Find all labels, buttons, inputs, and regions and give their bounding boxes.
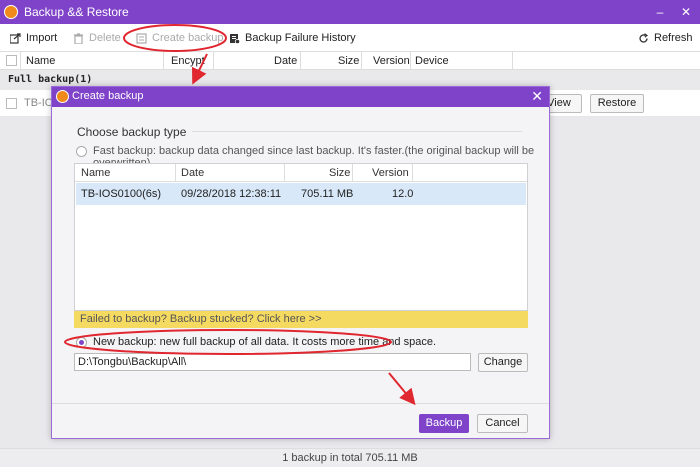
restore-button[interactable]: Restore xyxy=(590,94,644,113)
column-name[interactable]: Name xyxy=(26,55,55,67)
list-column-name[interactable]: Name xyxy=(81,167,110,179)
app-icon xyxy=(4,5,18,19)
list-column-version[interactable]: Version xyxy=(372,167,409,179)
app-icon xyxy=(56,90,69,103)
refresh-label: Refresh xyxy=(654,32,693,44)
column-separator xyxy=(20,52,21,70)
list-column-size[interactable]: Size xyxy=(329,167,350,179)
section-divider xyxy=(192,131,522,132)
create-backup-icon xyxy=(136,32,147,44)
dialog-titlebar: Create backup ✕ xyxy=(52,87,549,107)
window-title: Backup && Restore xyxy=(24,5,129,19)
column-size[interactable]: Size xyxy=(338,55,359,67)
column-separator xyxy=(175,164,176,182)
footer-divider xyxy=(52,403,549,404)
list-item[interactable]: TB-IOS0100(6s) 09/28/2018 12:38:11 705.1… xyxy=(76,183,526,205)
backup-button[interactable]: Backup xyxy=(419,414,469,433)
cancel-button[interactable]: Cancel xyxy=(477,414,528,433)
refresh-icon xyxy=(639,32,649,43)
list-item-size: 705.11 MB xyxy=(301,188,354,200)
backup-help-link[interactable]: Failed to backup? Backup stucked? Click … xyxy=(74,311,528,328)
delete-icon xyxy=(74,32,83,44)
create-backup-dialog: Create backup ✕ Choose backup type Fast … xyxy=(51,86,550,439)
import-label: Import xyxy=(26,32,58,44)
list-item-name: TB-IOS0100(6s) xyxy=(81,188,162,200)
failure-history-icon xyxy=(230,33,240,44)
list-item-version: 12.0 xyxy=(392,188,414,200)
column-encrypt[interactable]: Encypt xyxy=(171,55,205,67)
fast-backup-radio[interactable] xyxy=(76,146,87,157)
failure-history-label: Backup Failure History xyxy=(245,32,356,44)
toolbar: Import Delete Create backup Backup Failu… xyxy=(0,24,700,52)
column-separator xyxy=(361,52,362,70)
app-titlebar: Backup && Restore – ✕ xyxy=(0,0,700,24)
list-item-date: 09/28/2018 12:38:11 xyxy=(181,188,282,200)
close-icon[interactable]: ✕ xyxy=(678,4,694,20)
column-separator xyxy=(412,164,413,182)
select-all-checkbox[interactable] xyxy=(6,55,17,66)
create-backup-button[interactable]: Create backup xyxy=(136,31,224,45)
column-device[interactable]: Device xyxy=(415,55,449,67)
list-header: Name Date Size Version xyxy=(75,164,527,182)
close-icon[interactable]: ✕ xyxy=(531,88,543,105)
backup-table-header: Name Encypt Date Size Version Device xyxy=(0,52,700,70)
list-column-date[interactable]: Date xyxy=(181,167,204,179)
group-label: Full backup(1) xyxy=(8,74,93,85)
dialog-title: Create backup xyxy=(72,90,144,102)
import-icon xyxy=(10,32,21,44)
create-backup-label: Create backup xyxy=(152,32,224,44)
failure-history-button[interactable]: Backup Failure History xyxy=(229,31,356,45)
import-button[interactable]: Import xyxy=(10,31,57,45)
new-backup-label[interactable]: New backup: new full backup of all data.… xyxy=(93,336,436,348)
change-path-button[interactable]: Change xyxy=(478,353,528,372)
column-separator xyxy=(163,52,164,70)
backup-path-input[interactable]: D:\Tongbu\Backup\All\ xyxy=(74,353,471,371)
column-separator xyxy=(512,52,513,70)
column-separator xyxy=(284,164,285,182)
delete-button[interactable]: Delete xyxy=(73,31,121,45)
section-title: Choose backup type xyxy=(77,125,187,139)
column-separator xyxy=(300,52,301,70)
refresh-button[interactable]: Refresh xyxy=(638,31,693,45)
column-date[interactable]: Date xyxy=(274,55,297,67)
new-backup-radio[interactable] xyxy=(76,337,87,348)
status-bar: 1 backup in total 705.11 MB xyxy=(0,448,700,467)
column-separator xyxy=(213,52,214,70)
column-separator xyxy=(352,164,353,182)
delete-label: Delete xyxy=(89,32,121,44)
row-checkbox[interactable] xyxy=(6,98,17,109)
minimize-icon[interactable]: – xyxy=(652,4,668,20)
column-version[interactable]: Version xyxy=(373,55,410,67)
backup-list: Name Date Size Version TB-IOS0100(6s) 09… xyxy=(74,163,528,311)
column-separator xyxy=(410,52,411,70)
